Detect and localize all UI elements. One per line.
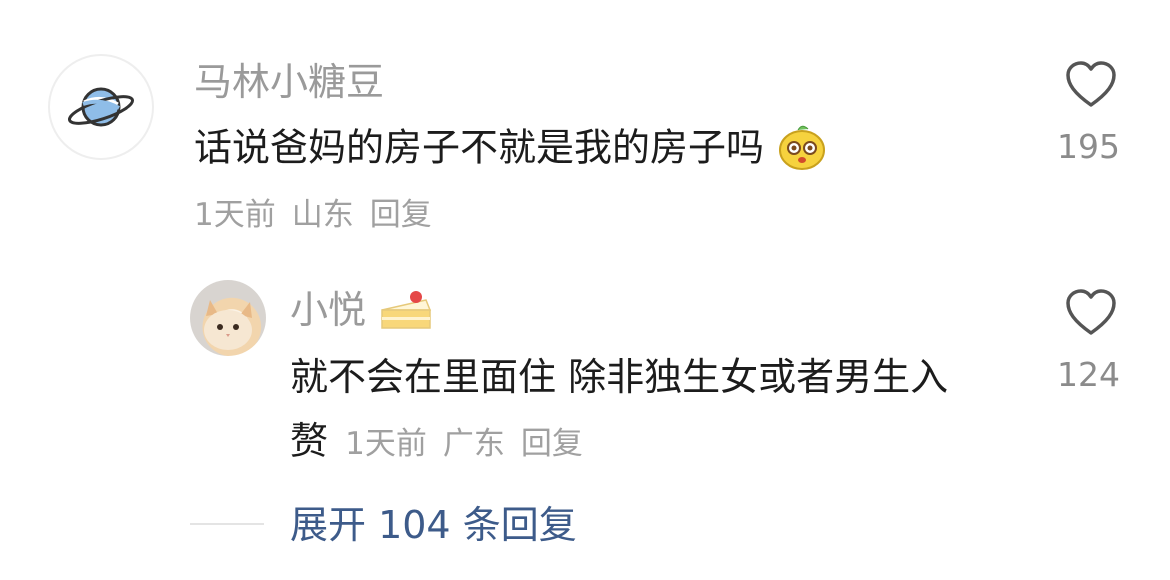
cake-emoji-icon	[381, 290, 432, 329]
comment-like-count: 195	[1057, 127, 1120, 166]
heart-icon	[1066, 61, 1116, 107]
reply-username-row: 小悦	[290, 288, 434, 332]
reply-username[interactable]: 小悦	[290, 288, 366, 332]
planet-icon	[67, 87, 135, 127]
cat-avatar-icon	[204, 300, 252, 350]
reply-time: 1天前	[345, 426, 427, 462]
comment-meta: 1天前 山东 回复	[194, 200, 448, 231]
heart-icon	[1066, 289, 1116, 335]
reply-text-line2: 赘	[290, 419, 329, 463]
yellow-chick-emoji-icon	[779, 125, 826, 170]
reply-like-count: 124	[1057, 355, 1120, 394]
reply-avatar[interactable]	[190, 280, 266, 356]
reply-line2: 赘 1天前 广东 回复	[290, 422, 599, 460]
reply-reply-button[interactable]: 回复	[521, 426, 583, 462]
reply-like-button[interactable]	[1064, 288, 1118, 342]
reply-location: 广东	[442, 426, 505, 462]
avatar[interactable]	[48, 54, 154, 160]
comment-time: 1天前	[194, 197, 276, 233]
comment-like-button[interactable]	[1064, 60, 1118, 114]
expand-replies-button[interactable]: 展开 104 条回复	[290, 506, 577, 544]
divider	[190, 523, 264, 525]
comment-username[interactable]: 马林小糖豆	[194, 63, 384, 101]
reply-meta: 1天前 广东 回复	[345, 426, 599, 462]
reply-text-line1: 就不会在里面住 除非独生女或者男生入	[290, 355, 949, 399]
comment-location: 山东	[291, 197, 354, 233]
comment-text-body: 话说爸妈的房子不就是我的房子吗	[194, 125, 765, 170]
comment-reply-button[interactable]: 回复	[370, 197, 432, 233]
comment-text: 话说爸妈的房子不就是我的房子吗	[194, 125, 828, 172]
